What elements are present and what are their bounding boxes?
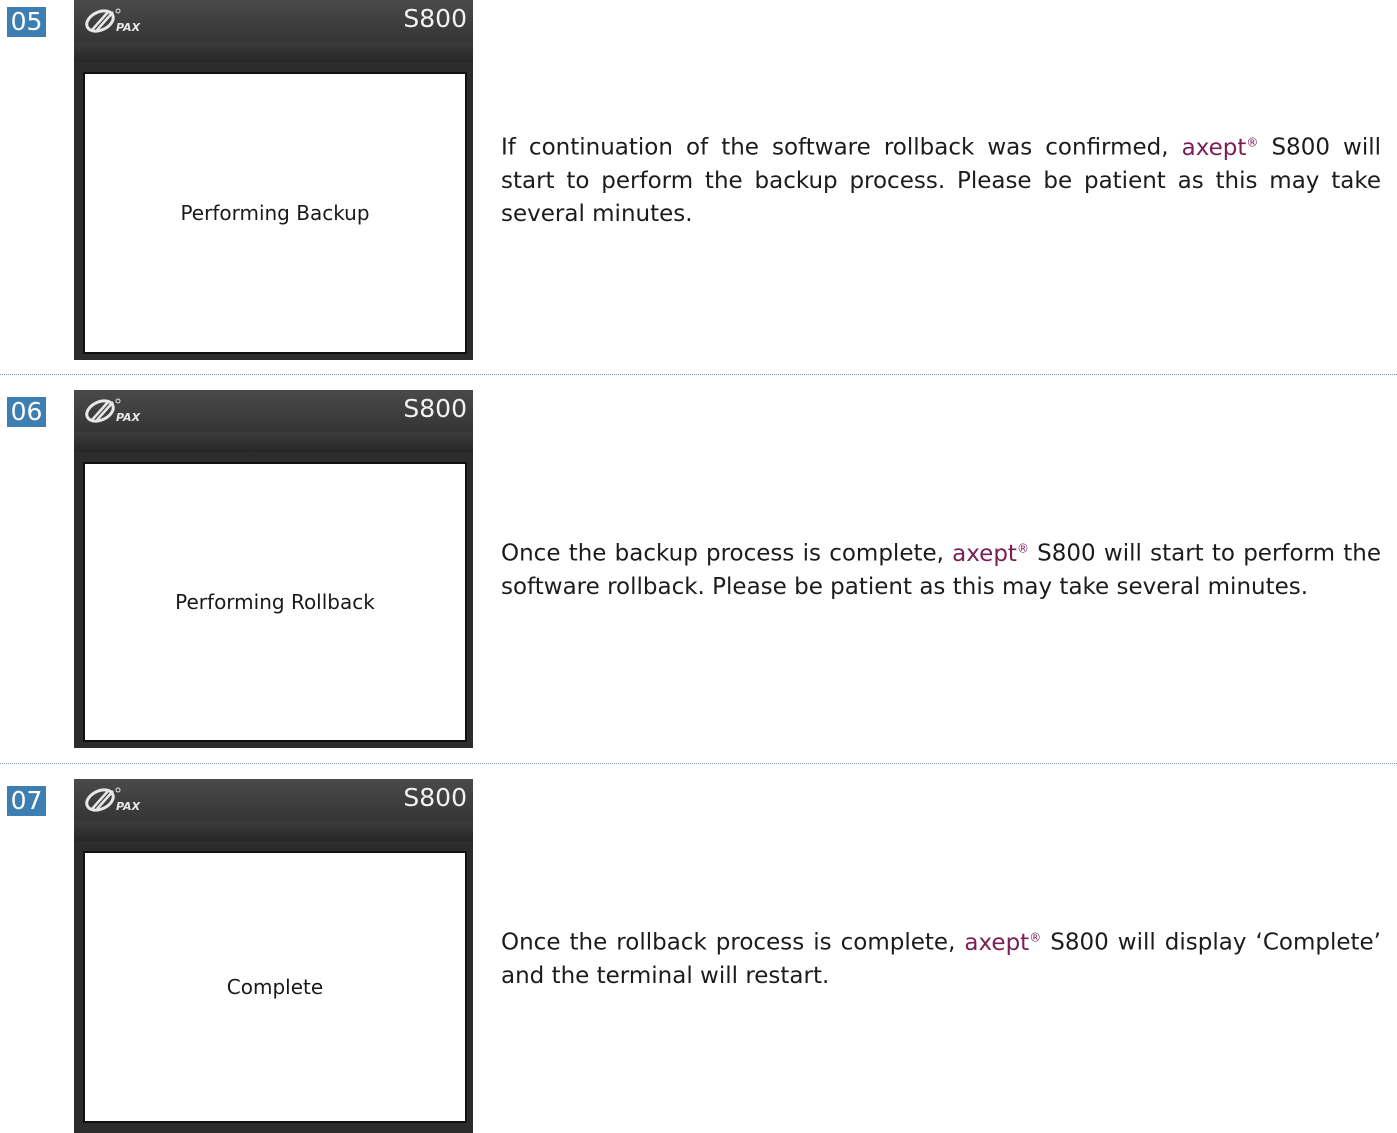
device-screen: Complete xyxy=(83,851,467,1123)
svg-text:PAX: PAX xyxy=(116,411,141,424)
brand-name: axept® xyxy=(952,540,1029,567)
pax-logo-icon: PAX xyxy=(85,398,141,424)
device-header: PAX S800 xyxy=(74,779,473,821)
screen-message: Performing Rollback xyxy=(175,590,375,614)
step-number: 07 xyxy=(7,786,46,816)
screen-message: Performing Backup xyxy=(180,201,370,225)
pax-logo-icon: PAX xyxy=(85,8,141,34)
step-number: 05 xyxy=(7,7,46,37)
device-screen: Performing Backup xyxy=(83,72,467,354)
step-description: Once the rollback process is complete, a… xyxy=(501,929,1381,989)
brand-name: axept® xyxy=(1181,134,1259,161)
device-band xyxy=(74,821,473,841)
pax-logo-icon: PAX xyxy=(85,787,141,813)
brand-name: axept® xyxy=(964,929,1042,956)
device-header: PAX S800 xyxy=(74,0,473,42)
terminal-device: PAX S800 Performing Backup xyxy=(74,0,473,360)
device-model-label: S800 xyxy=(403,783,467,812)
device-screen: Performing Rollback xyxy=(83,462,467,742)
section-divider xyxy=(0,374,1397,375)
device-header: PAX S800 xyxy=(74,390,473,432)
step-06: 06 PAX S800 Performing Rollback Once the… xyxy=(0,390,1397,748)
step-05: 05 PAX S800 Performing Backup If continu… xyxy=(0,0,1397,360)
section-divider xyxy=(0,763,1397,764)
step-number: 06 xyxy=(7,397,46,427)
device-model-label: S800 xyxy=(403,394,467,423)
screen-message: Complete xyxy=(226,975,324,999)
device-band xyxy=(74,42,473,62)
terminal-device: PAX S800 Complete xyxy=(74,779,473,1133)
step-description: If continuation of the software rollback… xyxy=(501,134,1381,227)
device-model-label: S800 xyxy=(403,4,467,33)
device-band xyxy=(74,432,473,452)
svg-text:PAX: PAX xyxy=(116,21,141,34)
svg-text:PAX: PAX xyxy=(116,800,141,813)
step-description: Once the backup process is complete, axe… xyxy=(501,540,1381,600)
terminal-device: PAX S800 Performing Rollback xyxy=(74,390,473,748)
step-07: 07 PAX S800 Complete Once the rollback p… xyxy=(0,779,1397,1133)
